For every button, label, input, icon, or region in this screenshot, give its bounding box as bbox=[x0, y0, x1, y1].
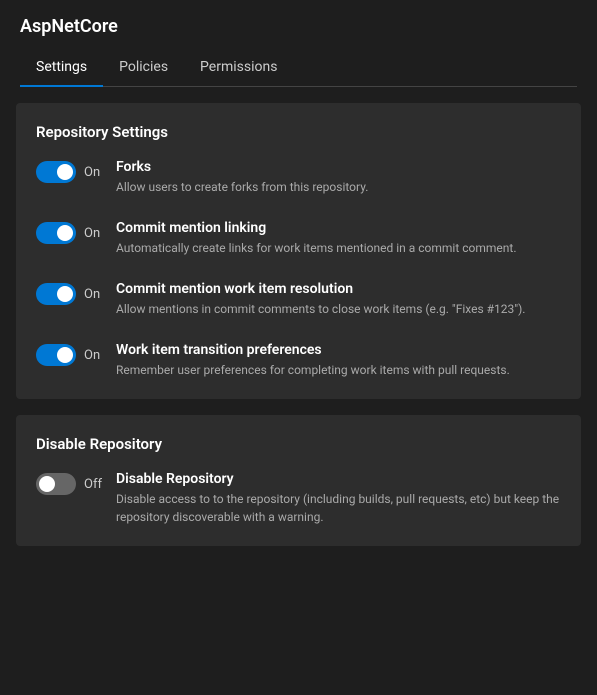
work-item-toggle-label: On bbox=[84, 348, 100, 363]
main-content: Repository Settings On Forks Allow users… bbox=[0, 87, 597, 578]
commit-linking-toggle-label: On bbox=[84, 226, 100, 241]
disable-repo-toggle[interactable] bbox=[36, 473, 76, 495]
forks-toggle-knob bbox=[57, 164, 73, 180]
forks-toggle-container: On bbox=[36, 161, 116, 183]
disable-repo-desc: Disable access to to the repository (inc… bbox=[116, 490, 561, 526]
app-title: AspNetCore bbox=[20, 16, 577, 37]
work-item-info: Work item transition preferences Remembe… bbox=[116, 342, 561, 379]
forks-name: Forks bbox=[116, 159, 561, 175]
repository-settings-section: Repository Settings On Forks Allow users… bbox=[16, 103, 581, 399]
commit-linking-toggle-knob bbox=[57, 225, 73, 241]
forks-toggle-label: On bbox=[84, 165, 100, 180]
disable-repo-info: Disable Repository Disable access to to … bbox=[116, 471, 561, 526]
disable-repository-title: Disable Repository bbox=[36, 435, 561, 453]
forks-toggle[interactable] bbox=[36, 161, 76, 183]
commit-resolution-name: Commit mention work item resolution bbox=[116, 281, 561, 297]
work-item-toggle-container: On bbox=[36, 344, 116, 366]
setting-row-commit-resolution: On Commit mention work item resolution A… bbox=[36, 281, 561, 318]
tab-settings[interactable]: Settings bbox=[20, 49, 103, 87]
work-item-desc: Remember user preferences for completing… bbox=[116, 361, 561, 379]
tab-permissions[interactable]: Permissions bbox=[184, 49, 293, 87]
work-item-toggle[interactable] bbox=[36, 344, 76, 366]
setting-row-disable-repo: Off Disable Repository Disable access to… bbox=[36, 471, 561, 526]
work-item-name: Work item transition preferences bbox=[116, 342, 561, 358]
commit-resolution-info: Commit mention work item resolution Allo… bbox=[116, 281, 561, 318]
repository-settings-title: Repository Settings bbox=[36, 123, 561, 141]
commit-resolution-toggle-label: On bbox=[84, 287, 100, 302]
header: AspNetCore Settings Policies Permissions bbox=[0, 0, 597, 87]
tabs-bar: Settings Policies Permissions bbox=[20, 49, 577, 87]
disable-repo-toggle-container: Off bbox=[36, 473, 116, 495]
setting-row-commit-linking: On Commit mention linking Automatically … bbox=[36, 220, 561, 257]
commit-resolution-toggle[interactable] bbox=[36, 283, 76, 305]
work-item-toggle-knob bbox=[57, 347, 73, 363]
setting-row-work-item-transition: On Work item transition preferences Reme… bbox=[36, 342, 561, 379]
tab-policies[interactable]: Policies bbox=[103, 49, 184, 87]
commit-linking-toggle-container: On bbox=[36, 222, 116, 244]
forks-desc: Allow users to create forks from this re… bbox=[116, 178, 561, 196]
commit-linking-toggle[interactable] bbox=[36, 222, 76, 244]
disable-repo-name: Disable Repository bbox=[116, 471, 561, 487]
commit-linking-desc: Automatically create links for work item… bbox=[116, 239, 561, 257]
forks-info: Forks Allow users to create forks from t… bbox=[116, 159, 561, 196]
commit-resolution-toggle-knob bbox=[57, 286, 73, 302]
disable-repo-toggle-label: Off bbox=[84, 477, 102, 492]
commit-resolution-desc: Allow mentions in commit comments to clo… bbox=[116, 300, 561, 318]
commit-linking-name: Commit mention linking bbox=[116, 220, 561, 236]
commit-linking-info: Commit mention linking Automatically cre… bbox=[116, 220, 561, 257]
disable-repository-section: Disable Repository Off Disable Repositor… bbox=[16, 415, 581, 546]
disable-repo-toggle-knob bbox=[39, 476, 55, 492]
commit-resolution-toggle-container: On bbox=[36, 283, 116, 305]
setting-row-forks: On Forks Allow users to create forks fro… bbox=[36, 159, 561, 196]
